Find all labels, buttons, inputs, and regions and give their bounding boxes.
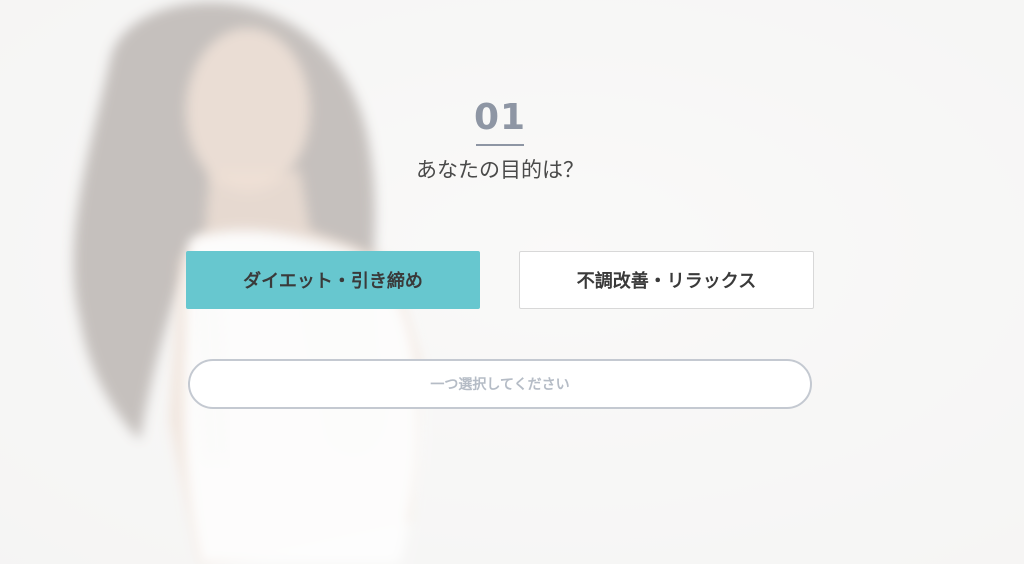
step-underline <box>476 144 524 146</box>
question-title: あなたの目的は？ <box>416 158 584 182</box>
option-label: ダイエット・引き締め <box>243 271 423 292</box>
submit-button[interactable]: 一つ選択してください <box>188 359 812 409</box>
background-overlay <box>0 0 1024 564</box>
option-relax-button[interactable]: 不調改善・リラックス <box>519 251 814 309</box>
step-number: 01 <box>473 97 527 138</box>
option-label: 不調改善・リラックス <box>576 271 757 292</box>
option-diet-button[interactable]: ダイエット・引き締め <box>186 251 480 309</box>
submit-label: 一つ選択してください <box>430 377 570 393</box>
